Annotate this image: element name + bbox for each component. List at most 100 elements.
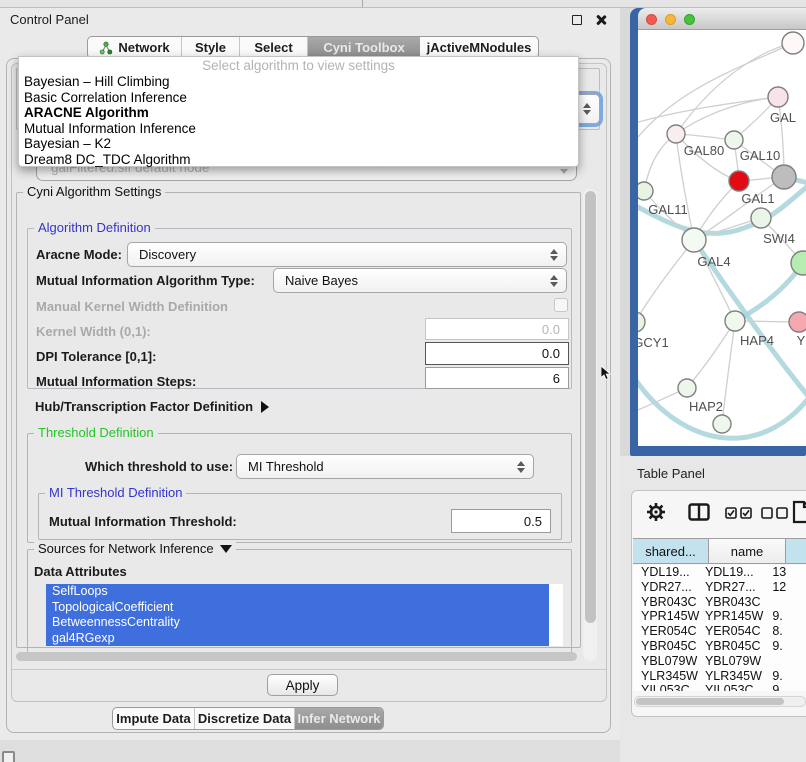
- table-row[interactable]: YBR043CYBR043C: [633, 595, 806, 610]
- settings-horizontal-scrollbar[interactable]: [14, 650, 581, 663]
- tab-jactivemnodules[interactable]: jActiveMNodules: [420, 37, 538, 58]
- network-node-gal[interactable]: [768, 87, 788, 107]
- tab-discretize-data[interactable]: Discretize Data: [195, 708, 295, 729]
- mi-algorithm-type-combo[interactable]: Naive Bayes: [273, 268, 567, 293]
- table-panel: Table Panel: [620, 456, 806, 762]
- table-cell: YPR145W: [700, 609, 767, 624]
- collapsed-arrow-icon: [261, 401, 269, 413]
- mi-type-value: Naive Bayes: [274, 273, 546, 288]
- table-cell: YLR345W: [633, 669, 700, 684]
- tab-style[interactable]: Style: [182, 37, 240, 58]
- expanded-arrow-icon[interactable]: [220, 545, 232, 553]
- algorithm-item[interactable]: Bayesian – K2: [19, 136, 578, 152]
- network-node-hap4[interactable]: [725, 311, 745, 331]
- table-cell: [767, 654, 806, 669]
- algorithm-item[interactable]: Dream8 DC_TDC Algorithm: [19, 152, 578, 168]
- algorithm-item[interactable]: Bayesian – Hill Climbing: [19, 74, 578, 90]
- column-header-name[interactable]: name: [709, 539, 786, 563]
- table-row[interactable]: YBR045CYBR045C9.: [633, 639, 806, 654]
- network-node-y[interactable]: [789, 312, 806, 332]
- network-node-unlabeled[interactable]: [791, 251, 806, 275]
- tab-network[interactable]: Network: [88, 37, 182, 58]
- attribute-item-selected[interactable]: gal4RGexp: [46, 631, 549, 647]
- network-node-gal80[interactable]: [667, 125, 685, 143]
- network-canvas[interactable]: GALGAL80GAL10GAL1GAL11GAL4SWI4GCY1HAP4YH…: [638, 30, 806, 446]
- close-panel-icon[interactable]: [595, 14, 607, 26]
- table-row[interactable]: YBL079WYBL079W: [633, 654, 806, 669]
- network-window-titlebar[interactable]: [638, 8, 806, 30]
- table-row[interactable]: YDL19...YDL19...13: [633, 565, 806, 580]
- network-node-gal4[interactable]: [682, 228, 706, 252]
- algorithm-item[interactable]: Mutual Information Inference: [19, 121, 578, 137]
- algorithm-item[interactable]: Basic Correlation Inference: [19, 90, 578, 106]
- scrollbar-thumb[interactable]: [16, 652, 577, 661]
- clear-all-checkboxes-icon[interactable]: [761, 507, 788, 519]
- kernel-width-input[interactable]: 0.0: [425, 318, 569, 340]
- control-panel-titlebar: Control Panel: [0, 8, 620, 32]
- tab-cyni-toolbox[interactable]: Cyni Toolbox: [308, 37, 420, 58]
- cyni-algorithm-settings-group: Cyni Algorithm Settings Algorithm Defini…: [16, 192, 581, 648]
- mi-steps-input[interactable]: 6: [425, 367, 569, 389]
- table-row[interactable]: YLR345WYLR345W9.: [633, 669, 806, 684]
- float-panel-icon[interactable]: [572, 15, 582, 25]
- scrollbar-thumb[interactable]: [585, 191, 596, 623]
- network-node-label: GAL10: [740, 148, 780, 163]
- table-cell: YIL053C: [700, 683, 767, 691]
- network-node-gal1[interactable]: [729, 171, 749, 191]
- aracne-mode-combo[interactable]: Discovery: [127, 242, 567, 267]
- new-document-icon[interactable]: [792, 500, 806, 524]
- columns-icon[interactable]: [688, 503, 710, 521]
- network-node-unlabeled[interactable]: [782, 32, 804, 54]
- mi-threshold-input[interactable]: 0.5: [451, 509, 551, 533]
- select-all-checkboxes-icon[interactable]: [725, 507, 752, 519]
- zoom-window-icon[interactable]: [684, 14, 695, 25]
- table-horizontal-scrollbar[interactable]: [634, 696, 806, 707]
- dock-icon[interactable]: [2, 751, 15, 762]
- scrollbar-thumb[interactable]: [636, 698, 784, 705]
- threshold-definition-group: Threshold Definition Which threshold to …: [27, 433, 572, 543]
- table-cell: YBR043C: [700, 595, 767, 610]
- attribute-item-selected[interactable]: SelfLoops: [46, 584, 549, 600]
- network-node-gal11[interactable]: [638, 182, 653, 200]
- group-title: Algorithm Definition: [34, 220, 155, 235]
- table-row[interactable]: YDR27...YDR27...12: [633, 580, 806, 595]
- settings-vertical-scrollbar[interactable]: [583, 189, 597, 661]
- manual-kernel-checkbox[interactable]: [554, 298, 568, 312]
- algorithm-item[interactable]: ARACNE Algorithm: [19, 105, 578, 121]
- column-header-shared-name[interactable]: shared...: [633, 539, 709, 563]
- control-panel: Control Panel Network Style Select Cyni …: [0, 8, 620, 740]
- minimize-window-icon[interactable]: [665, 14, 676, 25]
- table-cell: 8.: [767, 624, 806, 639]
- table-row[interactable]: YIL053CYIL053C9: [633, 683, 806, 691]
- column-header-cut[interactable]: [786, 539, 806, 563]
- tab-infer-network[interactable]: Infer Network: [295, 708, 383, 729]
- apply-button[interactable]: Apply: [267, 674, 338, 696]
- network-node-swi4[interactable]: [751, 208, 771, 228]
- data-attributes-list[interactable]: SelfLoopsTopologicalCoefficientBetweenne…: [46, 584, 563, 646]
- close-window-icon[interactable]: [646, 14, 657, 25]
- tab-select[interactable]: Select: [240, 37, 308, 58]
- table-rows: YDL19...YDL19...13YDR27...YDR27...12YBR0…: [633, 565, 806, 691]
- tab-label: Discretize Data: [198, 711, 291, 726]
- network-node-unlabeled[interactable]: [772, 165, 796, 189]
- table-row[interactable]: YPR145WYPR145W9.: [633, 609, 806, 624]
- group-title: Cyni Algorithm Settings: [23, 184, 165, 199]
- aracne-mode-value: Discovery: [128, 247, 546, 262]
- gear-icon[interactable]: [646, 502, 666, 522]
- attribute-item-selected[interactable]: BetweennessCentrality: [46, 615, 549, 631]
- which-threshold-combo[interactable]: MI Threshold: [236, 454, 534, 479]
- attribute-item-selected[interactable]: TopologicalCoefficient: [46, 600, 549, 616]
- tab-impute-data[interactable]: Impute Data: [113, 708, 195, 729]
- hub-definition-toggle[interactable]: Hub/Transcription Factor Definition: [35, 399, 269, 414]
- dpi-tolerance-input[interactable]: 0.0: [425, 342, 569, 365]
- table-cell: 13: [767, 565, 806, 580]
- table-row[interactable]: YER054CYER054C8.: [633, 624, 806, 639]
- network-node-gal10[interactable]: [725, 131, 743, 149]
- network-node-unlabeled[interactable]: [713, 415, 731, 433]
- table-cell: YDL19...: [700, 565, 767, 580]
- network-node-gcy1[interactable]: [638, 312, 645, 332]
- data-attributes-label: Data Attributes: [34, 564, 127, 579]
- network-node-label: SWI4: [763, 231, 795, 246]
- table-cell: YER054C: [700, 624, 767, 639]
- network-node-hap2[interactable]: [678, 379, 696, 397]
